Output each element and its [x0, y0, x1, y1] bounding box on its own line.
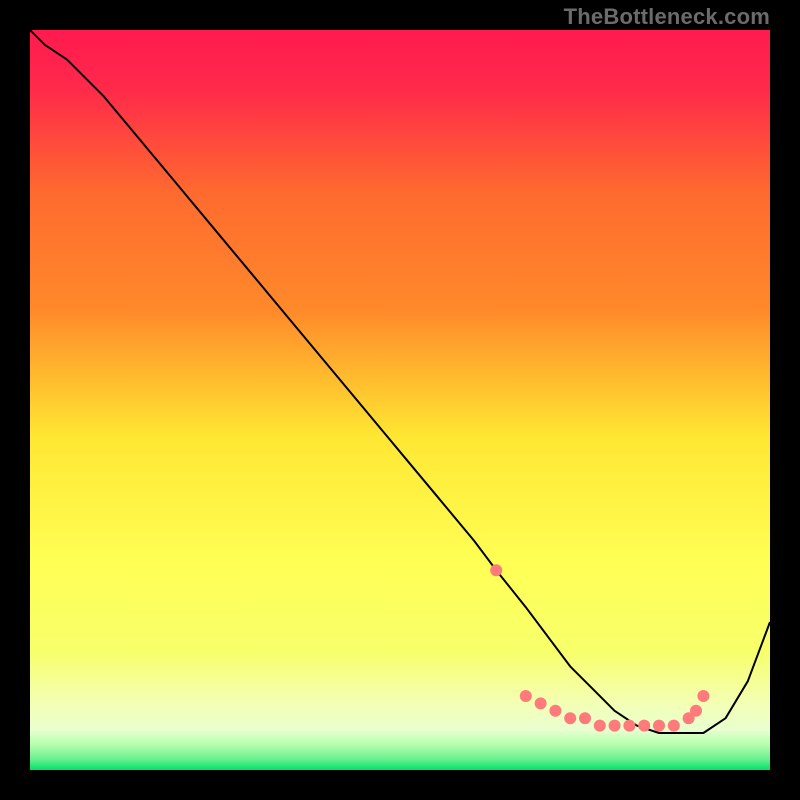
bottleneck-chart [30, 30, 770, 770]
plot-area [30, 30, 770, 770]
highlight-dot [564, 712, 576, 724]
highlight-dot [579, 712, 591, 724]
watermark-text: TheBottleneck.com [564, 4, 770, 30]
highlight-dot [697, 690, 709, 702]
highlight-dot [668, 720, 680, 732]
highlight-dot [690, 705, 702, 717]
highlight-dot [653, 720, 665, 732]
highlight-dot [594, 720, 606, 732]
highlight-dot [609, 720, 621, 732]
chart-frame: TheBottleneck.com [0, 0, 800, 800]
highlight-dot [520, 690, 532, 702]
highlight-dot [623, 720, 635, 732]
highlight-dot [535, 697, 547, 709]
highlight-dot [549, 705, 561, 717]
highlight-dot [490, 564, 502, 576]
highlight-dot [638, 720, 650, 732]
